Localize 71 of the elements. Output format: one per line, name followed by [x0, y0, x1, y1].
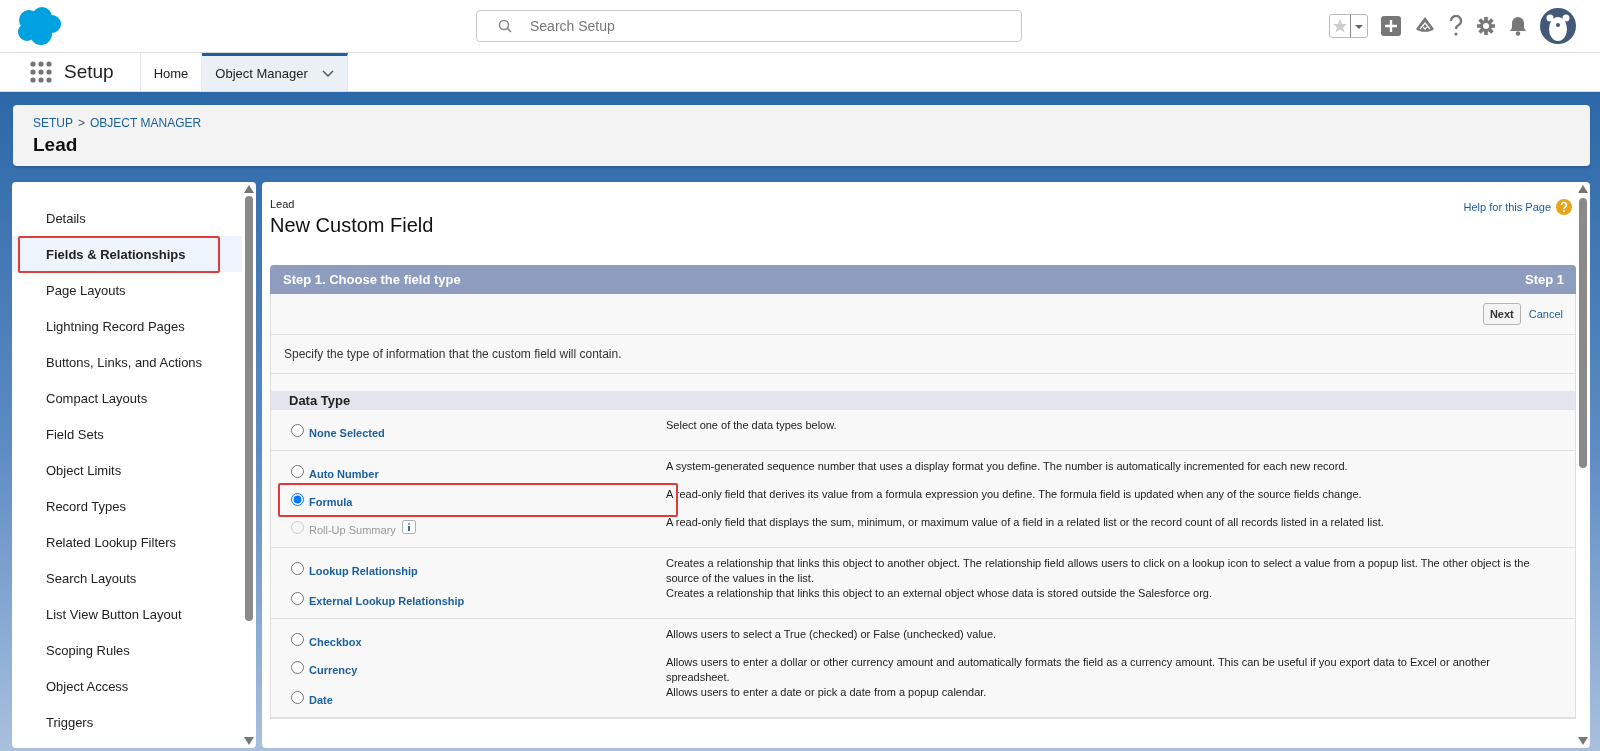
page-heading: New Custom Field: [270, 214, 434, 237]
notification-bell-icon[interactable]: [1509, 16, 1527, 36]
app-name: Setup: [64, 53, 141, 91]
radio-button[interactable]: [291, 424, 304, 437]
data-type-description: Creates a relationship that links this object to another object. The relationship field allows users to click on a lookup icon to select a value from a popup list. The other object is the source of the values in the list.: [666, 556, 1531, 586]
sidebar-item[interactable]: Record Types: [12, 488, 242, 524]
data-type-label[interactable]: Lookup Relationship: [309, 565, 418, 577]
breadcrumb-link[interactable]: SETUP: [33, 116, 73, 130]
data-type-description: Allows users to select a True (checked) or False (unchecked) value.: [666, 627, 998, 642]
data-type-label[interactable]: Currency: [309, 664, 358, 676]
data-type-label[interactable]: Checkbox: [309, 636, 362, 648]
sidebar-item[interactable]: Fields & Relationships: [12, 236, 242, 272]
scroll-down-arrow-icon[interactable]: [244, 737, 254, 745]
sidebar-item[interactable]: Compact Layouts: [12, 380, 242, 416]
avatar-icon[interactable]: [1540, 8, 1576, 44]
sidebar-item[interactable]: Page Layouts: [12, 272, 242, 308]
sidebar-item[interactable]: Details: [12, 200, 242, 236]
data-type-label[interactable]: Date: [309, 694, 333, 706]
data-type-label[interactable]: Formula: [309, 496, 353, 508]
settings-icon[interactable]: [1476, 16, 1496, 36]
object-label: Lead: [270, 198, 295, 210]
sidebar-item[interactable]: Triggers: [12, 704, 242, 740]
data-type-label[interactable]: Auto Number: [309, 468, 379, 480]
data-type-description: Select one of the data types below.: [666, 418, 838, 433]
radio-button[interactable]: [291, 465, 304, 478]
sidebar-item[interactable]: Search Layouts: [12, 560, 242, 596]
search-field[interactable]: Search Setup: [476, 10, 1022, 42]
sidebar-item[interactable]: Buttons, Links, and Actions: [12, 344, 242, 380]
scroll-down-arrow-icon[interactable]: [1578, 737, 1588, 745]
data-type-label[interactable]: None Selected: [309, 427, 385, 439]
data-type-description: Allows users to enter a date or pick a date from a popup calendar.: [666, 685, 988, 700]
breadcrumb-separator: >: [78, 116, 86, 130]
sidebar-item[interactable]: Field Sets: [12, 416, 242, 452]
nav-tab[interactable]: Object Manager: [202, 53, 348, 91]
next-button[interactable]: Next: [1482, 303, 1521, 325]
step-number: Step 1: [1525, 272, 1564, 287]
scrollbar-thumb[interactable]: [245, 196, 253, 621]
help-icon[interactable]: [1449, 15, 1463, 37]
app-launcher-icon[interactable]: [30, 61, 52, 83]
page-title: Lead: [33, 134, 78, 156]
cloud-logo[interactable]: [16, 6, 62, 46]
scroll-up-arrow-icon[interactable]: [244, 185, 254, 193]
data-type-description: A read-only field that derives its value from a formula expression you define. The formula field is updated when any of the source fields change.: [666, 487, 1363, 502]
radio-button[interactable]: [291, 691, 304, 704]
data-type-description: Creates a relationship that links this object to an external object whose data is stored outside the Salesforce org.: [666, 586, 1214, 601]
scrollbar-thumb[interactable]: [1579, 198, 1587, 468]
help-link[interactable]: Help for this Page: [1463, 201, 1551, 213]
sidebar-item[interactable]: Object Limits: [12, 452, 242, 488]
chevron-down-icon[interactable]: [321, 69, 334, 78]
breadcrumb-link[interactable]: OBJECT MANAGER: [90, 116, 202, 130]
instructions-text: Specify the type of information that the custom field will contain.: [271, 335, 1575, 374]
data-type-description: A system-generated sequence number that uses a display format you define. The number is automatically incremented for each new record.: [666, 459, 1349, 474]
data-type-label[interactable]: External Lookup Relationship: [309, 595, 465, 607]
sidebar-item[interactable]: Object Access: [12, 668, 242, 704]
add-icon[interactable]: [1381, 16, 1401, 36]
search-icon: [498, 19, 512, 33]
sidebar-item[interactable]: List View Button Layout: [12, 596, 242, 632]
sidebar-item[interactable]: Scoping Rules: [12, 632, 242, 668]
radio-button[interactable]: [291, 493, 304, 506]
cancel-link[interactable]: Cancel: [1528, 308, 1563, 320]
radio-button[interactable]: [291, 661, 304, 674]
data-type-description: Allows users to enter a dollar or other currency amount and automatically formats the field as a currency amount. This can be useful if you export data to Excel or another spreadsheet.: [666, 655, 1491, 685]
sidebar-item[interactable]: Lightning Record Pages: [12, 308, 242, 344]
sidebar-item[interactable]: Related Lookup Filters: [12, 524, 242, 560]
section-header: Data Type: [271, 391, 1575, 410]
scroll-up-arrow-icon[interactable]: [1578, 185, 1588, 193]
step-title: Step 1. Choose the field type: [283, 272, 461, 287]
radio-button[interactable]: [291, 633, 304, 646]
radio-button[interactable]: [291, 562, 304, 575]
radio-button[interactable]: [291, 592, 304, 605]
data-type-description: A read-only field that displays the sum, minimum, or maximum value of a field in a related list or the record count of all records listed in a related list.: [666, 515, 1385, 530]
